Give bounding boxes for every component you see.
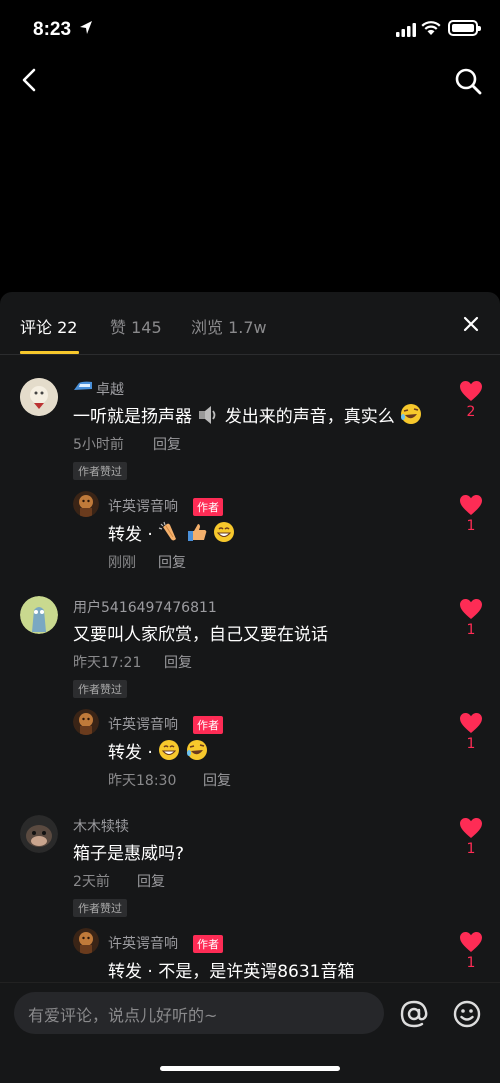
comment-text-part: 发出来的声音，真实么 xyxy=(224,407,395,427)
at-icon[interactable] xyxy=(398,998,430,1030)
reply-username[interactable]: 许英谔音响 xyxy=(108,496,178,516)
reply-text-part: 转发 · xyxy=(108,743,153,763)
reply-username[interactable]: 许英谔音响 xyxy=(108,714,178,734)
reply-time: 刚刚 xyxy=(108,555,136,571)
heart-icon[interactable] xyxy=(459,494,483,516)
heart-icon[interactable] xyxy=(459,598,483,620)
like-count: 1 xyxy=(466,736,476,752)
author-badge: 作者 xyxy=(193,498,223,516)
heart-icon[interactable] xyxy=(459,931,483,953)
grin-emoji-icon xyxy=(159,740,180,760)
avatar[interactable] xyxy=(20,815,58,853)
like-count: 1 xyxy=(466,841,476,857)
reply-text: 转发 · 不是，是许英谔8631音箱 xyxy=(108,962,355,982)
comment-input-bar: 有爱评论，说点儿好听的~ xyxy=(0,982,500,1083)
reply-avatar[interactable] xyxy=(73,709,99,735)
comment-text: 一听就是扬声器 发出来的声音，真实么 xyxy=(73,402,422,427)
tab-views[interactable]: 浏览 1.7w xyxy=(191,314,267,338)
tab-active-underline xyxy=(20,351,79,354)
search-icon[interactable] xyxy=(452,65,484,97)
thumbs-up-emoji-icon xyxy=(187,524,206,541)
reply-avatar[interactable] xyxy=(73,928,99,954)
heart-icon[interactable] xyxy=(459,380,483,402)
comment-time: 昨天17:21 xyxy=(73,655,142,671)
author-badge: 作者 xyxy=(193,716,223,734)
reply-button[interactable]: 回复 xyxy=(164,652,192,672)
comment-username[interactable]: 木木犊犊 xyxy=(73,816,129,836)
close-icon[interactable] xyxy=(459,312,483,336)
tab-comments[interactable]: 评论 22 xyxy=(20,314,77,338)
chevron-left-icon[interactable] xyxy=(14,64,46,96)
battery-icon xyxy=(448,20,481,36)
home-indicator xyxy=(160,1066,340,1071)
author-liked-badge: 作者赞过 xyxy=(73,899,127,917)
comment-username[interactable]: 卓越 xyxy=(96,379,124,399)
author-liked-badge: 作者赞过 xyxy=(73,462,127,480)
comment-username[interactable]: 用户5416497476811 xyxy=(73,597,217,617)
comment-input[interactable]: 有爱评论，说点儿好听的~ xyxy=(14,992,384,1034)
like-count: 1 xyxy=(466,955,476,971)
location-arrow-icon xyxy=(80,21,92,34)
author-liked-badge: 作者赞过 xyxy=(73,680,127,698)
avatar[interactable] xyxy=(20,378,58,416)
comment-input-placeholder: 有爱评论，说点儿好听的~ xyxy=(28,1006,218,1025)
reply-text: 转发 · xyxy=(108,520,235,545)
rofl-emoji-icon xyxy=(401,404,422,424)
like-count: 2 xyxy=(466,404,476,420)
reply-time: 昨天18:30 xyxy=(108,773,177,789)
comment-text: 又要叫人家欣赏，自己又要在说话 xyxy=(73,625,328,645)
comment-text-part: 一听就是扬声器 xyxy=(73,407,192,427)
reply-button[interactable]: 回复 xyxy=(203,770,231,790)
heart-icon[interactable] xyxy=(459,817,483,839)
comment-text: 箱子是惠威吗? xyxy=(73,844,185,864)
heart-icon[interactable] xyxy=(459,712,483,734)
reply-username[interactable]: 许英谔音响 xyxy=(108,933,178,953)
reply-button[interactable]: 回复 xyxy=(137,871,165,891)
speaker-emoji-icon xyxy=(199,406,216,424)
train-icon xyxy=(74,381,92,390)
wifi-icon xyxy=(421,21,441,35)
comment-time: 5小时前 xyxy=(73,437,124,453)
tab-likes[interactable]: 赞 145 xyxy=(110,314,162,338)
clap-emoji-icon xyxy=(159,521,177,541)
grin-emoji-icon xyxy=(214,522,235,542)
emoji-icon[interactable] xyxy=(451,998,483,1030)
comment-panel: 评论 22 赞 145 浏览 1.7w 卓越 一听就是扬声器 发出来的声音，真实… xyxy=(0,292,500,1082)
tab-bar: 评论 22 赞 145 浏览 1.7w xyxy=(0,292,500,355)
reply-text-part: 转发 · xyxy=(108,525,153,545)
status-bar: 8:23 xyxy=(0,0,500,58)
like-count: 1 xyxy=(466,518,476,534)
status-time: 8:23 xyxy=(33,19,72,40)
reply-avatar[interactable] xyxy=(73,491,99,517)
rofl-emoji-icon xyxy=(186,740,207,760)
reply-text: 转发 · xyxy=(108,738,208,763)
like-count: 1 xyxy=(466,622,476,638)
cellular-signal-icon xyxy=(396,23,416,37)
top-nav xyxy=(0,58,500,104)
comment-time: 2天前 xyxy=(73,874,110,890)
reply-button[interactable]: 回复 xyxy=(153,434,181,454)
reply-button[interactable]: 回复 xyxy=(158,552,186,572)
avatar[interactable] xyxy=(20,596,58,634)
author-badge: 作者 xyxy=(193,935,223,953)
